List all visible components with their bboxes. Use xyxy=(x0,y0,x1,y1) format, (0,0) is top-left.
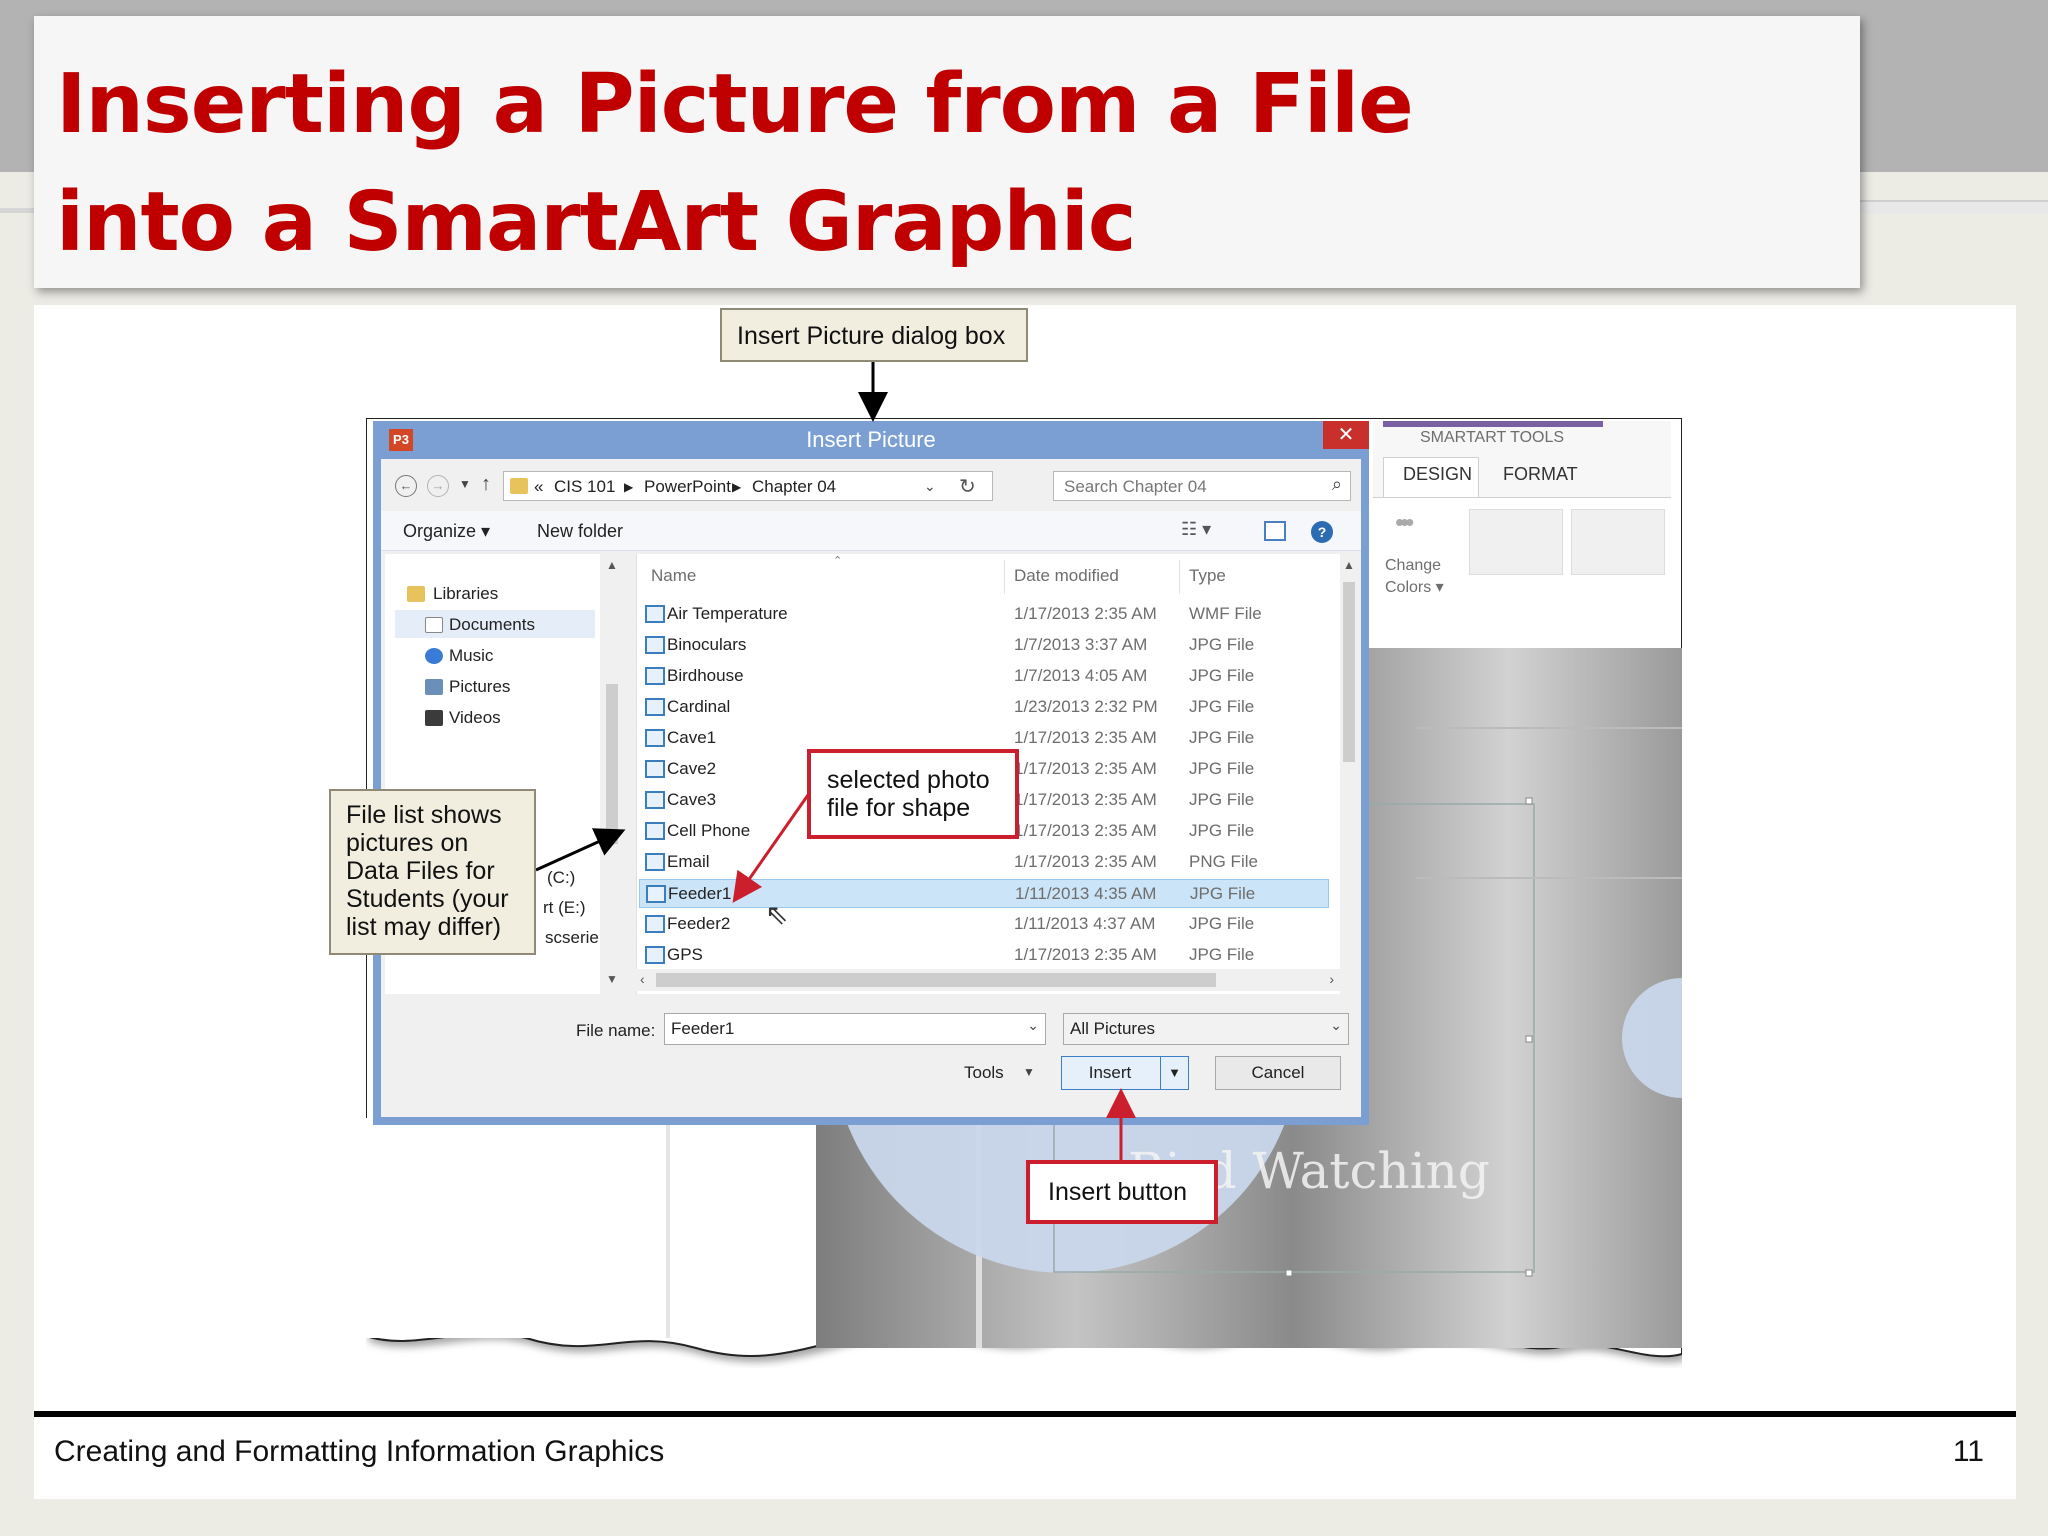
callout-selected-photo-line2: file for shape xyxy=(827,794,971,822)
callout-arrows xyxy=(535,362,1136,1160)
page-number: 11 xyxy=(1952,1435,1984,1468)
arrow-selected-photo xyxy=(732,794,810,903)
callout-insert-button: Insert button xyxy=(1026,1160,1218,1224)
callout-dialog-box: Insert Picture dialog box xyxy=(720,308,1028,362)
callout-file-list-line2: pictures on xyxy=(346,829,469,857)
arrow-file-list xyxy=(535,828,626,872)
callout-file-list: File list shows pictures on Data Files f… xyxy=(329,789,536,955)
slide-footer: Creating and Formatting Information Grap… xyxy=(34,1417,2016,1499)
callout-file-list-line4: Students (your xyxy=(346,885,509,913)
footer-text: Creating and Formatting Information Grap… xyxy=(54,1435,665,1468)
callout-file-list-line1: File list shows xyxy=(346,801,502,829)
callout-file-list-line5: list may differ) xyxy=(346,913,502,941)
callout-selected-photo-line1: selected photo xyxy=(827,766,990,794)
callout-file-list-line3: Data Files for xyxy=(346,857,495,885)
callout-selected-photo: selected photo file for shape xyxy=(807,749,1019,839)
